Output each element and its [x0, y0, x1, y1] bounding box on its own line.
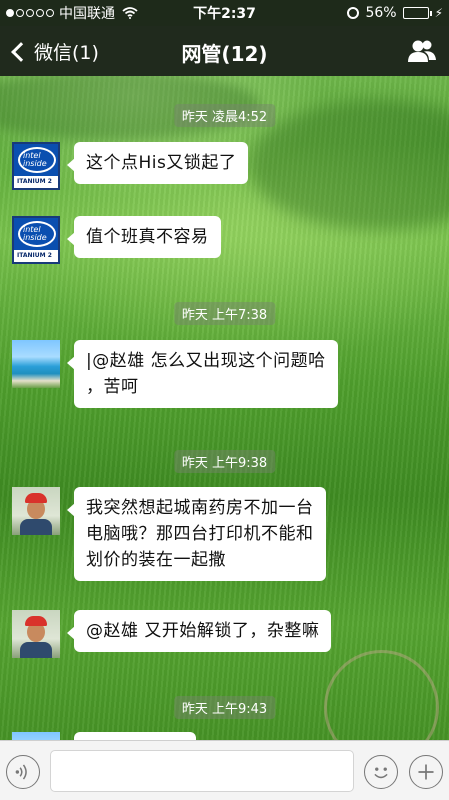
avatar-hardhat: [25, 493, 47, 503]
status-bar: 中国联通 下午2:37 56% ⚡: [0, 0, 449, 26]
signal-dot: [46, 9, 54, 17]
avatar-shirt: [20, 642, 52, 658]
alarm-clock-icon: [347, 7, 360, 19]
message-input-bar: [0, 740, 449, 800]
intel-inside-logo: intel inside: [23, 151, 47, 168]
message-list[interactable]: 昨天 凌晨4:52 intel inside ITANIUM 2 这个点His又锁…: [0, 76, 449, 740]
status-right: 56% ⚡: [347, 5, 443, 21]
carrier-name: 中国联通: [59, 6, 115, 22]
sender-avatar[interactable]: [12, 610, 60, 658]
message-bubble[interactable]: [74, 732, 196, 740]
signal-dot: [36, 9, 44, 17]
signal-dot: [16, 9, 24, 17]
message-timestamp: 昨天 凌晨4:52: [173, 104, 276, 127]
itanium-label: ITANIUM 2: [14, 250, 58, 262]
plus-button[interactable]: [409, 755, 443, 789]
nav-bar: 微信(1) 网管(12): [0, 26, 449, 76]
wifi-icon: [122, 7, 138, 19]
charging-bolt-icon: ⚡: [434, 6, 443, 20]
emoji-button[interactable]: [364, 755, 398, 789]
sender-avatar[interactable]: [12, 487, 60, 535]
sender-avatar[interactable]: intel inside ITANIUM 2: [12, 142, 60, 190]
signal-dot: [26, 9, 34, 17]
message-bubble[interactable]: @赵雄 又开始解锁了，杂整嘛: [66, 610, 332, 652]
group-members-icon[interactable]: [407, 38, 437, 64]
message-bubble[interactable]: |@赵雄 怎么又出现这个问题哈 ，苦呵: [67, 340, 338, 408]
message-bubble[interactable]: 我突然想起城南药房不加一台 电脑哦？那四台打印机不能和 划价的装在一起撒: [67, 487, 326, 581]
intel-inside-logo: intel inside: [23, 225, 47, 242]
avatar-shirt: [20, 519, 52, 535]
message-bubble[interactable]: 值个班真不容易: [67, 216, 221, 258]
message-timestamp: 昨天 上午9:38: [173, 450, 276, 473]
message-timestamp: 昨天 上午9:43: [173, 696, 276, 719]
battery-percent: 56%: [365, 5, 397, 21]
sender-avatar[interactable]: [12, 340, 60, 388]
message-bubble[interactable]: 这个点His又锁起了: [66, 142, 249, 184]
sender-avatar[interactable]: intel inside ITANIUM 2: [12, 216, 60, 264]
message-timestamp: 昨天 上午7:38: [173, 302, 276, 325]
sender-avatar[interactable]: [12, 732, 60, 740]
message-input[interactable]: [50, 750, 354, 792]
signal-dot: [6, 9, 14, 17]
voice-input-button[interactable]: [6, 755, 40, 789]
battery-icon: [402, 7, 432, 19]
chat-title: 网管(12): [181, 42, 268, 66]
signal-strength-icon: [6, 9, 54, 17]
itanium-label: ITANIUM 2: [14, 176, 58, 188]
avatar-hardhat: [25, 616, 47, 626]
status-time: 下午2:37: [193, 6, 256, 22]
